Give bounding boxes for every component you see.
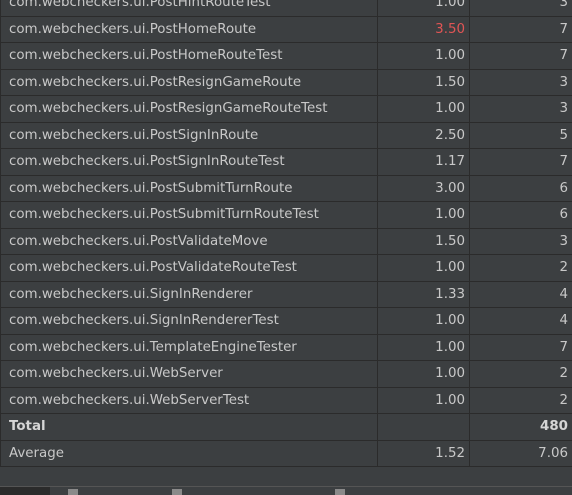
- average-label: Average: [0, 439, 378, 467]
- class-name-cell: com.webcheckers.ui.PostResignGameRouteTe…: [0, 95, 378, 123]
- total-count-cell: 480: [469, 413, 572, 441]
- toolbar-icon[interactable]: [172, 489, 182, 495]
- count-cell: 3: [469, 68, 572, 96]
- class-name-cell: com.webcheckers.ui.SignInRenderer: [0, 280, 378, 308]
- count-cell: 7: [469, 15, 572, 43]
- class-name-cell: com.webcheckers.ui.PostSignInRoute: [0, 121, 378, 149]
- metrics-table-container: com.webcheckers.ui.PostHintRouteTest 1.0…: [0, 0, 572, 467]
- complexity-cell: 1.33: [377, 280, 470, 308]
- table-row[interactable]: com.webcheckers.ui.PostResignGameRoute 1…: [0, 68, 572, 96]
- toolbar-icon[interactable]: [335, 489, 345, 495]
- complexity-cell: 1.00: [377, 386, 470, 414]
- class-name-cell: com.webcheckers.ui.TemplateEngineTester: [0, 333, 378, 361]
- count-cell: 6: [469, 174, 572, 202]
- table-row[interactable]: com.webcheckers.ui.PostValidateRouteTest…: [0, 254, 572, 282]
- table-row[interactable]: com.webcheckers.ui.PostSignInRoute 2.50 …: [0, 121, 572, 149]
- complexity-cell: 1.17: [377, 148, 470, 176]
- complexity-cell: 1.00: [377, 360, 470, 388]
- complexity-cell: 1.00: [377, 307, 470, 335]
- table-row[interactable]: com.webcheckers.ui.PostSubmitTurnRoute 3…: [0, 174, 572, 202]
- table-row[interactable]: com.webcheckers.ui.SignInRenderer 1.33 4: [0, 280, 572, 308]
- table-row[interactable]: com.webcheckers.ui.PostHomeRoute 3.50 7: [0, 15, 572, 43]
- class-name-cell: com.webcheckers.ui.WebServer: [0, 360, 378, 388]
- toolbar-tab[interactable]: [0, 487, 50, 495]
- count-cell: 7: [469, 148, 572, 176]
- complexity-cell: 3.00: [377, 174, 470, 202]
- class-name-cell: com.webcheckers.ui.PostValidateMove: [0, 227, 378, 255]
- count-cell: 3: [469, 95, 572, 123]
- complexity-cell: 1.00: [377, 333, 470, 361]
- class-name-cell: com.webcheckers.ui.PostSignInRouteTest: [0, 148, 378, 176]
- average-count-cell: 7.06: [469, 439, 572, 467]
- total-complexity-cell: [377, 413, 470, 441]
- toolbar-icon[interactable]: [68, 489, 78, 495]
- average-row[interactable]: Average 1.52 7.06: [0, 439, 572, 467]
- count-cell: 4: [469, 307, 572, 335]
- complexity-cell: 1.00: [377, 254, 470, 282]
- complexity-cell: 1.50: [377, 68, 470, 96]
- count-cell: 7: [469, 333, 572, 361]
- table-row[interactable]: com.webcheckers.ui.PostResignGameRouteTe…: [0, 95, 572, 123]
- table-row[interactable]: com.webcheckers.ui.TemplateEngineTester …: [0, 333, 572, 361]
- class-name-cell: com.webcheckers.ui.PostSubmitTurnRoute: [0, 174, 378, 202]
- table-row[interactable]: com.webcheckers.ui.PostValidateMove 1.50…: [0, 227, 572, 255]
- count-cell: 7: [469, 42, 572, 70]
- class-name-cell: com.webcheckers.ui.PostHomeRouteTest: [0, 42, 378, 70]
- metrics-table-body: com.webcheckers.ui.PostHintRouteTest 1.0…: [0, 0, 572, 467]
- complexity-cell: 1.00: [377, 95, 470, 123]
- complexity-cell: 3.50: [377, 15, 470, 43]
- total-label: Total: [0, 413, 378, 441]
- class-name-cell: com.webcheckers.ui.PostSubmitTurnRouteTe…: [0, 201, 378, 229]
- average-complexity-cell: 1.52: [377, 439, 470, 467]
- count-cell: 2: [469, 360, 572, 388]
- table-row[interactable]: com.webcheckers.ui.PostSignInRouteTest 1…: [0, 148, 572, 176]
- table-row[interactable]: com.webcheckers.ui.WebServer 1.00 2: [0, 360, 572, 388]
- complexity-cell: 1.00: [377, 201, 470, 229]
- class-name-cell: com.webcheckers.ui.PostHomeRoute: [0, 15, 378, 43]
- class-name-cell: com.webcheckers.ui.SignInRendererTest: [0, 307, 378, 335]
- complexity-cell: 2.50: [377, 121, 470, 149]
- complexity-cell: 1.50: [377, 227, 470, 255]
- complexity-cell: 1.00: [377, 42, 470, 70]
- table-row[interactable]: com.webcheckers.ui.WebServerTest 1.00 2: [0, 386, 572, 414]
- total-row[interactable]: Total 480: [0, 413, 572, 441]
- table-row[interactable]: com.webcheckers.ui.PostHintRouteTest 1.0…: [0, 0, 572, 17]
- table-row[interactable]: com.webcheckers.ui.PostSubmitTurnRouteTe…: [0, 201, 572, 229]
- table-row[interactable]: com.webcheckers.ui.PostHomeRouteTest 1.0…: [0, 42, 572, 70]
- class-name-cell: com.webcheckers.ui.PostHintRouteTest: [0, 0, 378, 17]
- complexity-cell: 1.00: [377, 0, 470, 17]
- count-cell: 4: [469, 280, 572, 308]
- class-name-cell: com.webcheckers.ui.PostValidateRouteTest: [0, 254, 378, 282]
- count-cell: 5: [469, 121, 572, 149]
- count-cell: 3: [469, 227, 572, 255]
- count-cell: 2: [469, 254, 572, 282]
- count-cell: 6: [469, 201, 572, 229]
- class-name-cell: com.webcheckers.ui.WebServerTest: [0, 386, 378, 414]
- count-cell: 3: [469, 0, 572, 17]
- table-row[interactable]: com.webcheckers.ui.SignInRendererTest 1.…: [0, 307, 572, 335]
- bottom-toolbar: [0, 486, 572, 495]
- class-name-cell: com.webcheckers.ui.PostResignGameRoute: [0, 68, 378, 96]
- metrics-table: com.webcheckers.ui.PostHintRouteTest 1.0…: [0, 0, 572, 467]
- count-cell: 2: [469, 386, 572, 414]
